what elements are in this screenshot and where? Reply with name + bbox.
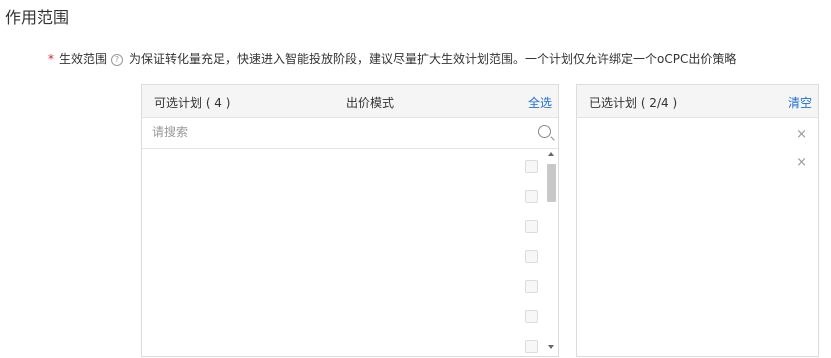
- section-title: 作用范围: [5, 8, 70, 27]
- plan-checkbox[interactable]: [525, 340, 538, 353]
- scroll-down-arrow-icon[interactable]: [548, 345, 554, 349]
- available-plans-panel: 可选计划 ( 4 ) 出价模式 全选: [141, 84, 559, 357]
- scrollbar-thumb[interactable]: [547, 164, 556, 202]
- list-scrollbar[interactable]: [545, 148, 558, 355]
- search-input[interactable]: [152, 125, 512, 139]
- plan-checkbox[interactable]: [525, 310, 538, 323]
- required-mark: *: [48, 52, 54, 66]
- search-icon[interactable]: [538, 125, 551, 138]
- search-row: [142, 118, 558, 149]
- close-icon[interactable]: ×: [796, 128, 807, 141]
- scope-field-row: * 生效范围? 为保证转化量充足，快速进入智能投放阶段，建议尽量扩大生效计划范围。一…: [48, 50, 736, 67]
- select-all-button[interactable]: 全选: [528, 94, 552, 111]
- clear-button[interactable]: 清空: [788, 94, 812, 111]
- field-description: 为保证转化量充足，快速进入智能投放阶段，建议尽量扩大生效计划范围。一个计划仅允许…: [129, 52, 737, 66]
- selected-plans-panel: 已选计划 ( 2/4 ) 清空 × ×: [576, 84, 819, 357]
- plan-checkbox[interactable]: [525, 250, 538, 263]
- plan-checkbox[interactable]: [525, 190, 538, 203]
- available-panel-title: 可选计划 ( 4 ): [154, 96, 231, 110]
- selected-panel-header: 已选计划 ( 2/4 ) 清空: [577, 85, 818, 118]
- question-circle-icon[interactable]: ?: [111, 54, 124, 66]
- selected-panel-title: 已选计划 ( 2/4 ): [589, 96, 678, 110]
- close-icon[interactable]: ×: [796, 156, 807, 169]
- plan-checkbox[interactable]: [525, 280, 538, 293]
- field-label: 生效范围: [59, 52, 108, 66]
- available-plan-list: [142, 148, 558, 356]
- plan-checkbox[interactable]: [525, 220, 538, 233]
- available-panel-header: 可选计划 ( 4 ) 出价模式 全选: [142, 85, 558, 118]
- bid-mode-header: 出价模式: [346, 96, 395, 110]
- plan-checkbox[interactable]: [525, 160, 538, 173]
- scroll-up-arrow-icon[interactable]: [548, 152, 554, 156]
